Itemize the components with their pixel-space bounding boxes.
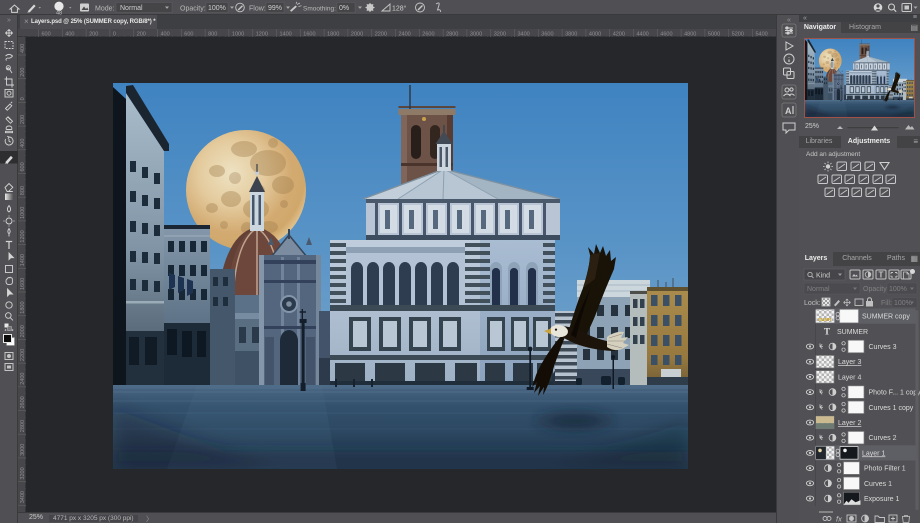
svg-text:«: « — [787, 17, 791, 24]
svg-text:Layer 2: Layer 2 — [838, 420, 861, 427]
svg-text:Curves 1: Curves 1 — [864, 481, 892, 488]
svg-text:99%: 99% — [268, 5, 282, 12]
svg-text:T: T — [879, 271, 884, 280]
svg-text:»: » — [7, 17, 11, 24]
svg-text:Photo Filter 1: Photo Filter 1 — [864, 466, 906, 473]
svg-text:Opacity:: Opacity: — [180, 6, 206, 13]
svg-text:Normal: Normal — [807, 286, 830, 293]
svg-text:fx: fx — [836, 515, 842, 523]
svg-text:Fill:: Fill: — [881, 300, 892, 307]
svg-text:100%: 100% — [889, 286, 907, 293]
svg-text:Kind: Kind — [816, 273, 830, 280]
svg-text:100%: 100% — [894, 300, 912, 307]
svg-text:SUMMER copy: SUMMER copy — [862, 314, 910, 321]
svg-text:Layer 4: Layer 4 — [838, 374, 861, 381]
svg-text:A: A — [785, 106, 792, 116]
svg-text:Flow:: Flow: — [249, 6, 266, 13]
svg-text:SUMR: SUMR — [818, 317, 832, 322]
svg-text:Smoothing:: Smoothing: — [303, 6, 336, 13]
svg-text:Layer 3: Layer 3 — [838, 359, 861, 366]
svg-text:Curves 3: Curves 3 — [869, 344, 897, 351]
svg-text:Normal: Normal — [120, 5, 143, 12]
svg-text:Photo F... 1 copy: Photo F... 1 copy — [869, 390, 920, 397]
svg-text:Layer 1: Layer 1 — [862, 450, 885, 457]
svg-text:128°: 128° — [392, 5, 407, 13]
svg-text:Mode:: Mode: — [95, 6, 115, 13]
svg-text:Opacity:: Opacity: — [863, 286, 889, 293]
svg-text:0%: 0% — [339, 5, 349, 12]
svg-text:SUMMER: SUMMER — [837, 329, 868, 336]
svg-text:Lock:: Lock: — [804, 300, 821, 307]
svg-text:100%: 100% — [208, 5, 226, 12]
svg-text:Exposure 1: Exposure 1 — [864, 496, 900, 503]
svg-text:T: T — [824, 326, 830, 336]
svg-text:Curves 2: Curves 2 — [869, 435, 897, 442]
svg-text:Curves 1 copy: Curves 1 copy — [869, 405, 914, 412]
